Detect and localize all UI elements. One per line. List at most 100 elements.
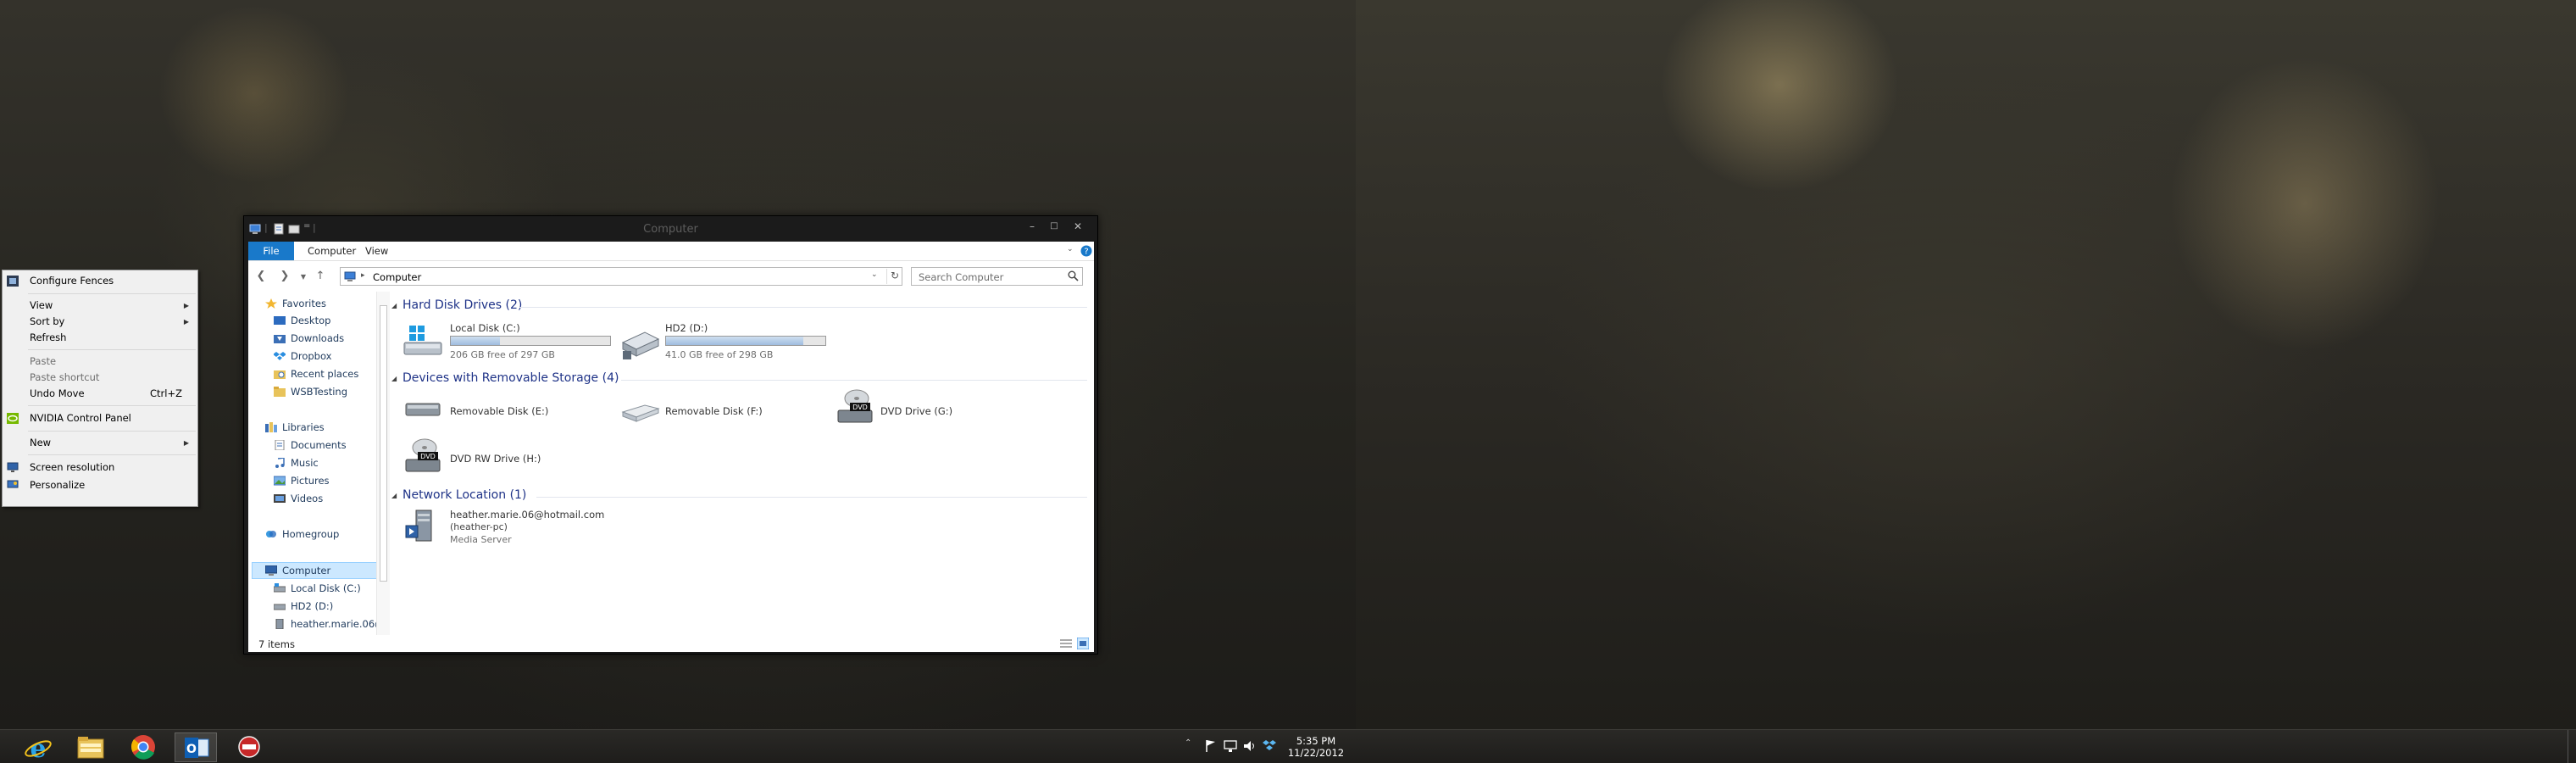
outlook-icon: O: [185, 738, 209, 758]
nav-label: Desktop: [291, 315, 331, 326]
dropbox-icon: [274, 352, 286, 360]
help-icon[interactable]: ?: [1080, 245, 1092, 257]
menu-item-label: View: [30, 299, 53, 311]
tab-file[interactable]: File: [248, 242, 294, 260]
tab-computer[interactable]: Computer: [299, 242, 364, 260]
personalize-icon: [7, 480, 19, 488]
menu-separator: [28, 405, 196, 406]
taskbar-chrome[interactable]: [122, 732, 164, 762]
desktop-context-menu: Configure Fences View ▶ Sort by ▶ Refres…: [2, 270, 198, 507]
menu-item-paste[interactable]: Paste: [3, 354, 197, 370]
group-title: Devices with Removable Storage (4): [402, 371, 619, 385]
breadcrumb-chevron-icon[interactable]: ▸: [361, 271, 365, 280]
search-icon[interactable]: [1068, 270, 1079, 281]
nav-label: heather.marie.06@: [291, 618, 385, 630]
show-desktop-button[interactable]: [2568, 730, 2576, 763]
minimize-button[interactable]: –: [1022, 220, 1042, 233]
collapse-triangle-icon[interactable]: ◢: [391, 302, 397, 309]
dropbox-tray-icon[interactable]: [1262, 738, 1277, 754]
group-title: Hard Disk Drives (2): [402, 298, 523, 312]
drive-name: HD2 (D:): [665, 322, 708, 334]
collapse-triangle-icon[interactable]: ◢: [391, 492, 397, 499]
volume-icon[interactable]: [1242, 738, 1257, 754]
group-title: Network Location (1): [402, 488, 527, 502]
nav-label: Downloads: [291, 332, 345, 344]
group-header-network-location[interactable]: ◢ Network Location (1): [391, 488, 527, 505]
menu-item-undo-move[interactable]: Undo Move Ctrl+Z: [3, 386, 197, 402]
show-hidden-icons-button[interactable]: ⌃: [1185, 738, 1191, 748]
group-header-hard-disk-drives[interactable]: ◢ Hard Disk Drives (2): [391, 298, 523, 315]
menu-item-refresh[interactable]: Refresh: [3, 330, 197, 346]
details-view-icon[interactable]: [1060, 638, 1072, 649]
menu-item-label: New: [30, 437, 52, 448]
network-icon[interactable]: [1223, 738, 1238, 754]
group-divider: [519, 307, 1087, 308]
nav-label: Homegroup: [282, 528, 340, 540]
menu-separator: [28, 431, 196, 432]
content-area: Favorites Desktop Downloads Dropbox Rece…: [248, 292, 1094, 635]
taskbar-recorder[interactable]: [227, 732, 269, 762]
menu-item-label: Configure Fences: [30, 275, 114, 287]
title-bar[interactable]: | = | Computer – □ ✕: [244, 216, 1097, 240]
up-button[interactable]: ↑: [313, 270, 328, 282]
nav-pane-scroll-thumb[interactable]: [380, 305, 387, 582]
menu-item-label: Personalize: [30, 479, 86, 491]
group-header-removable-storage[interactable]: ◢ Devices with Removable Storage (4): [391, 371, 619, 388]
windows-drive-icon: [403, 326, 442, 355]
system-clock[interactable]: 5:35 PM 11/22/2012: [1286, 735, 1346, 759]
ribbon-expand-icon[interactable]: ⌄: [1067, 245, 1074, 253]
drive-name: Removable Disk (E:): [450, 405, 549, 417]
drive-capacity-bar: [665, 336, 826, 346]
menu-item-personalize[interactable]: Personalize: [3, 476, 197, 494]
computer-icon: [265, 565, 277, 576]
menu-item-sort-by[interactable]: Sort by ▶: [3, 314, 197, 330]
address-history-icon[interactable]: ⌄: [871, 270, 878, 279]
menu-item-view[interactable]: View ▶: [3, 298, 197, 314]
refresh-icon[interactable]: ↻: [891, 270, 899, 281]
menu-shortcut: Ctrl+Z: [150, 387, 182, 399]
menu-item-new[interactable]: New ▶: [3, 435, 197, 451]
maximize-button[interactable]: □: [1044, 220, 1064, 233]
menu-separator: [28, 349, 196, 350]
tiles-view-icon[interactable]: [1077, 638, 1089, 649]
file-explorer-icon: [77, 737, 104, 759]
chrome-icon: [130, 735, 155, 760]
menu-separator: [28, 454, 196, 455]
libraries-icon: [265, 422, 277, 432]
menu-item-configure-fences[interactable]: Configure Fences: [3, 272, 197, 290]
menu-item-nvidia-control-panel[interactable]: NVIDIA Control Panel: [3, 409, 197, 427]
nav-label: Music: [291, 457, 319, 469]
hard-drive-icon: [621, 331, 660, 359]
desktop-icon: [274, 316, 286, 325]
close-button[interactable]: ✕: [1068, 220, 1088, 233]
breadcrumb[interactable]: Computer: [373, 271, 421, 283]
submenu-arrow-icon: ▶: [183, 439, 189, 447]
nav-pane-scrollbar[interactable]: [376, 292, 390, 635]
address-bar[interactable]: ▸ Computer ⌄ ↻: [340, 267, 902, 286]
menu-item-screen-resolution[interactable]: Screen resolution: [3, 459, 197, 476]
star-icon: [265, 298, 277, 309]
clock-time: 5:35 PM: [1296, 735, 1336, 747]
forward-button[interactable]: ❯: [277, 270, 292, 282]
homegroup-icon: [266, 531, 276, 537]
clock-date: 11/22/2012: [1287, 747, 1345, 759]
taskbar-outlook[interactable]: O: [175, 732, 217, 762]
menu-item-paste-shortcut[interactable]: Paste shortcut: [3, 370, 197, 386]
documents-icon: [275, 440, 285, 450]
taskbar-internet-explorer[interactable]: e: [17, 732, 59, 762]
nav-label: WSBTesting: [291, 386, 347, 398]
back-button[interactable]: ❮: [253, 270, 269, 282]
menu-separator: [28, 293, 196, 294]
taskbar-file-explorer[interactable]: [69, 732, 112, 762]
collapse-triangle-icon[interactable]: ◢: [391, 375, 397, 382]
action-center-flag-icon[interactable]: [1203, 738, 1219, 754]
internet-explorer-icon: e: [25, 734, 52, 761]
desktop-right-monitor[interactable]: [1356, 0, 2576, 729]
recent-locations-icon[interactable]: ▼: [296, 273, 311, 281]
search-input[interactable]: Search Computer: [911, 267, 1083, 286]
tab-view[interactable]: View: [357, 242, 397, 260]
drive-capacity-bar: [450, 336, 611, 346]
svg-text:O: O: [186, 743, 197, 756]
drive-free-space: 206 GB free of 297 GB: [450, 349, 555, 360]
nav-label: Pictures: [291, 475, 330, 487]
